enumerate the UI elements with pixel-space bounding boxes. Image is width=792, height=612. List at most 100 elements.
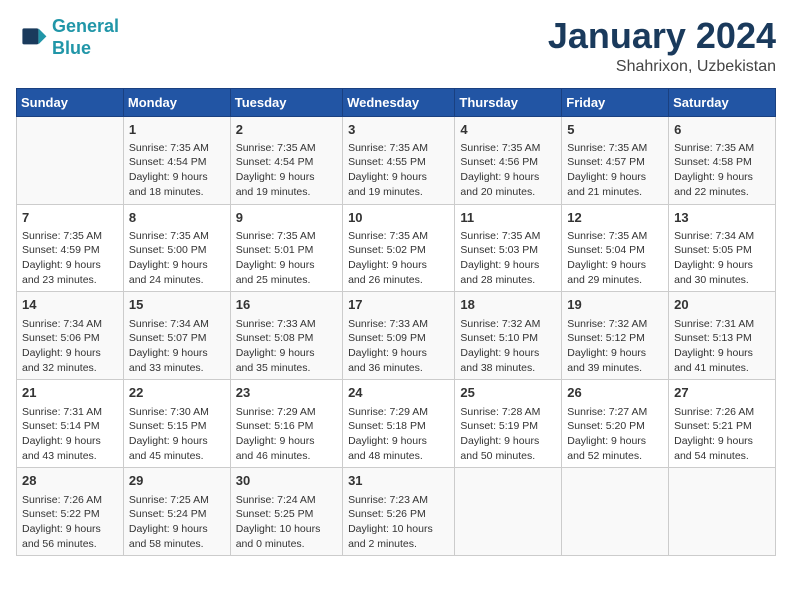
day-number: 9 [236, 209, 337, 227]
calendar-cell: 26 Sunrise: 7:27 AM Sunset: 5:20 PM Dayli… [562, 380, 669, 468]
calendar-cell: 24 Sunrise: 7:29 AM Sunset: 5:18 PM Dayli… [343, 380, 455, 468]
day-number: 18 [460, 296, 556, 314]
calendar-cell: 2Sunrise: 7:35 AM Sunset: 4:54 PM Daylig… [230, 116, 342, 204]
logo-line1: General [52, 16, 119, 36]
calendar-cell: 3 Sunrise: 7:35 AM Sunset: 4:55 PM Daylig… [343, 116, 455, 204]
calendar-cell: 10 Sunrise: 7:35 AM Sunset: 5:02 PM Dayli… [343, 204, 455, 292]
logo-text: General Blue [52, 16, 119, 59]
column-header-thursday: Thursday [455, 88, 562, 116]
day-info: Sunrise: 7:29 AM Sunset: 5:16 PM Dayligh… [236, 405, 337, 464]
logo-icon [16, 22, 48, 54]
calendar-cell: 21 Sunrise: 7:31 AM Sunset: 5:14 PM Dayli… [17, 380, 124, 468]
day-number: 1 [129, 121, 225, 139]
day-info: Sunrise: 7:29 AM Sunset: 5:18 PM Dayligh… [348, 405, 449, 464]
column-header-sunday: Sunday [17, 88, 124, 116]
column-header-tuesday: Tuesday [230, 88, 342, 116]
day-number: 22 [129, 384, 225, 402]
logo-line2: Blue [52, 38, 91, 58]
day-number: 7 [22, 209, 118, 227]
calendar-week-1: 1 Sunrise: 7:35 AM Sunset: 4:54 PM Daylig… [17, 116, 776, 204]
calendar-table: SundayMondayTuesdayWednesdayThursdayFrid… [16, 88, 776, 557]
calendar-cell: 18 Sunrise: 7:32 AM Sunset: 5:10 PM Dayli… [455, 292, 562, 380]
calendar-cell: 20 Sunrise: 7:31 AM Sunset: 5:13 PM Dayli… [669, 292, 776, 380]
calendar-cell: 23 Sunrise: 7:29 AM Sunset: 5:16 PM Dayli… [230, 380, 342, 468]
day-info: Sunrise: 7:33 AM Sunset: 5:09 PM Dayligh… [348, 317, 449, 376]
calendar-week-4: 21 Sunrise: 7:31 AM Sunset: 5:14 PM Dayli… [17, 380, 776, 468]
day-number: 27 [674, 384, 770, 402]
calendar-week-3: 14Sunrise: 7:34 AM Sunset: 5:06 PM Dayli… [17, 292, 776, 380]
day-info: Sunrise: 7:35 AM Sunset: 4:58 PM Dayligh… [674, 141, 770, 200]
calendar-cell: 29Sunrise: 7:25 AM Sunset: 5:24 PM Dayli… [123, 468, 230, 556]
calendar-cell: 9 Sunrise: 7:35 AM Sunset: 5:01 PM Daylig… [230, 204, 342, 292]
day-info: Sunrise: 7:35 AM Sunset: 5:01 PM Dayligh… [236, 229, 337, 288]
day-number: 28 [22, 472, 118, 490]
day-info: Sunrise: 7:35 AM Sunset: 4:54 PM Dayligh… [129, 141, 225, 200]
day-info: Sunrise: 7:34 AM Sunset: 5:07 PM Dayligh… [129, 317, 225, 376]
calendar-cell [669, 468, 776, 556]
day-number: 21 [22, 384, 118, 402]
day-number: 3 [348, 121, 449, 139]
day-info: Sunrise: 7:25 AM Sunset: 5:24 PM Dayligh… [129, 493, 225, 552]
calendar-week-2: 7 Sunrise: 7:35 AM Sunset: 4:59 PM Daylig… [17, 204, 776, 292]
calendar-cell: 28Sunrise: 7:26 AM Sunset: 5:22 PM Dayli… [17, 468, 124, 556]
day-number: 15 [129, 296, 225, 314]
day-number: 6 [674, 121, 770, 139]
day-info: Sunrise: 7:32 AM Sunset: 5:10 PM Dayligh… [460, 317, 556, 376]
column-header-saturday: Saturday [669, 88, 776, 116]
day-info: Sunrise: 7:35 AM Sunset: 5:03 PM Dayligh… [460, 229, 556, 288]
calendar-cell: 11Sunrise: 7:35 AM Sunset: 5:03 PM Dayli… [455, 204, 562, 292]
day-number: 17 [348, 296, 449, 314]
day-number: 16 [236, 296, 337, 314]
calendar-cell: 19Sunrise: 7:32 AM Sunset: 5:12 PM Dayli… [562, 292, 669, 380]
day-info: Sunrise: 7:34 AM Sunset: 5:05 PM Dayligh… [674, 229, 770, 288]
day-info: Sunrise: 7:26 AM Sunset: 5:21 PM Dayligh… [674, 405, 770, 464]
day-info: Sunrise: 7:35 AM Sunset: 4:57 PM Dayligh… [567, 141, 663, 200]
calendar-cell: 5 Sunrise: 7:35 AM Sunset: 4:57 PM Daylig… [562, 116, 669, 204]
calendar-body: 1 Sunrise: 7:35 AM Sunset: 4:54 PM Daylig… [17, 116, 776, 556]
day-info: Sunrise: 7:28 AM Sunset: 5:19 PM Dayligh… [460, 405, 556, 464]
day-info: Sunrise: 7:35 AM Sunset: 5:02 PM Dayligh… [348, 229, 449, 288]
day-number: 10 [348, 209, 449, 227]
day-info: Sunrise: 7:35 AM Sunset: 4:56 PM Dayligh… [460, 141, 556, 200]
day-info: Sunrise: 7:24 AM Sunset: 5:25 PM Dayligh… [236, 493, 337, 552]
day-number: 20 [674, 296, 770, 314]
calendar-cell [562, 468, 669, 556]
day-info: Sunrise: 7:35 AM Sunset: 4:59 PM Dayligh… [22, 229, 118, 288]
day-info: Sunrise: 7:35 AM Sunset: 4:55 PM Dayligh… [348, 141, 449, 200]
calendar-cell: 14Sunrise: 7:34 AM Sunset: 5:06 PM Dayli… [17, 292, 124, 380]
day-info: Sunrise: 7:34 AM Sunset: 5:06 PM Dayligh… [22, 317, 118, 376]
calendar-cell: 13 Sunrise: 7:34 AM Sunset: 5:05 PM Dayli… [669, 204, 776, 292]
day-number: 24 [348, 384, 449, 402]
day-info: Sunrise: 7:35 AM Sunset: 5:00 PM Dayligh… [129, 229, 225, 288]
day-info: Sunrise: 7:27 AM Sunset: 5:20 PM Dayligh… [567, 405, 663, 464]
calendar-cell: 6 Sunrise: 7:35 AM Sunset: 4:58 PM Daylig… [669, 116, 776, 204]
main-title: January 2024 [548, 16, 776, 56]
day-info: Sunrise: 7:33 AM Sunset: 5:08 PM Dayligh… [236, 317, 337, 376]
calendar-cell: 7 Sunrise: 7:35 AM Sunset: 4:59 PM Daylig… [17, 204, 124, 292]
calendar-week-5: 28Sunrise: 7:26 AM Sunset: 5:22 PM Dayli… [17, 468, 776, 556]
day-number: 4 [460, 121, 556, 139]
calendar-cell: 30 Sunrise: 7:24 AM Sunset: 5:25 PM Dayli… [230, 468, 342, 556]
day-info: Sunrise: 7:31 AM Sunset: 5:14 PM Dayligh… [22, 405, 118, 464]
day-number: 23 [236, 384, 337, 402]
day-number: 5 [567, 121, 663, 139]
subtitle: Shahrixon, Uzbekistan [548, 58, 776, 76]
calendar-cell: 1 Sunrise: 7:35 AM Sunset: 4:54 PM Daylig… [123, 116, 230, 204]
day-number: 30 [236, 472, 337, 490]
calendar-cell: 27 Sunrise: 7:26 AM Sunset: 5:21 PM Dayli… [669, 380, 776, 468]
column-header-friday: Friday [562, 88, 669, 116]
day-number: 13 [674, 209, 770, 227]
column-header-monday: Monday [123, 88, 230, 116]
column-header-wednesday: Wednesday [343, 88, 455, 116]
day-info: Sunrise: 7:31 AM Sunset: 5:13 PM Dayligh… [674, 317, 770, 376]
day-number: 19 [567, 296, 663, 314]
calendar-cell: 22Sunrise: 7:30 AM Sunset: 5:15 PM Dayli… [123, 380, 230, 468]
calendar-cell: 25Sunrise: 7:28 AM Sunset: 5:19 PM Dayli… [455, 380, 562, 468]
calendar-cell: 12Sunrise: 7:35 AM Sunset: 5:04 PM Dayli… [562, 204, 669, 292]
day-number: 8 [129, 209, 225, 227]
day-info: Sunrise: 7:35 AM Sunset: 4:54 PM Dayligh… [236, 141, 337, 200]
calendar-header-row: SundayMondayTuesdayWednesdayThursdayFrid… [17, 88, 776, 116]
calendar-cell: 16 Sunrise: 7:33 AM Sunset: 5:08 PM Dayli… [230, 292, 342, 380]
day-info: Sunrise: 7:23 AM Sunset: 5:26 PM Dayligh… [348, 493, 449, 552]
day-number: 26 [567, 384, 663, 402]
